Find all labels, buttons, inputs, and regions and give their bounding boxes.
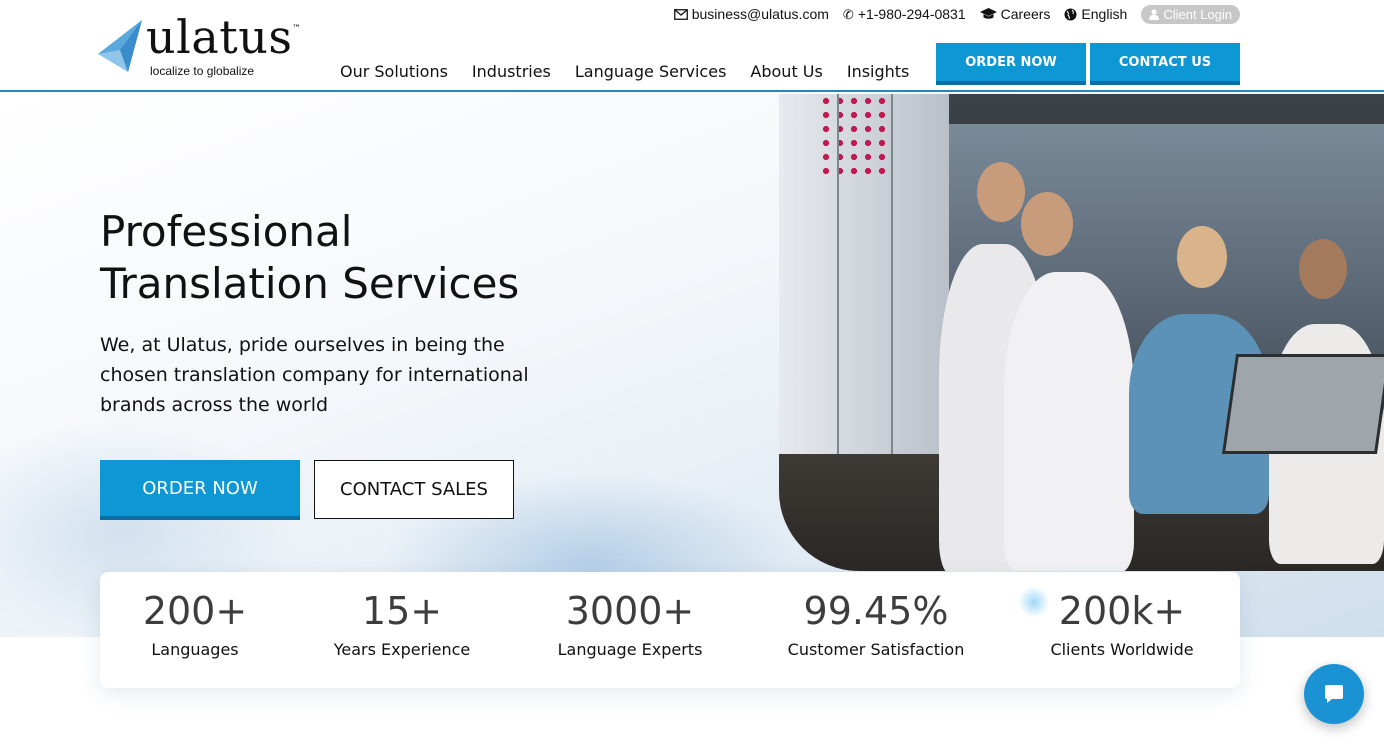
user-icon (1149, 8, 1160, 20)
photo-laptop (1221, 354, 1384, 454)
hero-title-line-1: Professional (100, 207, 353, 256)
photo-person-head (1021, 192, 1073, 256)
stat-label: Clients Worldwide (1050, 640, 1194, 659)
envelope-icon (673, 8, 688, 20)
phone-text: +1-980-294-0831 (857, 6, 966, 22)
client-login-button[interactable]: Client Login (1141, 4, 1240, 24)
site-header: ulatus ™ localize to globalize business@… (0, 0, 1384, 92)
glow-decoration (1018, 586, 1050, 618)
photo-person-head (977, 162, 1025, 222)
hero-team-photo (779, 94, 1384, 571)
nav-about-us[interactable]: About Us (750, 62, 822, 81)
logo-wordmark: ulatus (146, 10, 293, 64)
utility-bar: business@ulatus.com ✆ +1-980-294-0831 Ca… (673, 4, 1240, 24)
main-nav: Our Solutions Industries Language Servic… (340, 62, 909, 81)
stat-languages: 200+ Languages (85, 586, 305, 659)
nav-our-solutions[interactable]: Our Solutions (340, 62, 448, 81)
stat-value: 200+ (142, 589, 248, 633)
photo-person (1004, 272, 1134, 571)
hero-subtitle: We, at Ulatus, pride ourselves in being … (100, 334, 529, 416)
careers-text: Careers (1000, 6, 1051, 22)
hero-contact-sales-button[interactable]: CONTACT SALES (314, 460, 514, 519)
globe-icon (1064, 8, 1077, 20)
stat-language-experts: 3000+ Language Experts (520, 586, 740, 659)
photo-person-head (1177, 226, 1227, 288)
stat-value: 3000+ (565, 589, 695, 633)
logo-trademark: ™ (292, 24, 301, 34)
hero-title: Professional Translation Services (100, 206, 620, 310)
stat-value: 99.45% (803, 589, 949, 633)
careers-link[interactable]: Careers (979, 6, 1051, 22)
language-selector[interactable]: English (1064, 6, 1127, 22)
language-text: English (1081, 6, 1128, 22)
chat-bubble-icon (1325, 685, 1343, 703)
chat-widget-button[interactable] (1304, 664, 1364, 724)
stats-panel: 200+ Languages 15+ Years Experience 3000… (100, 572, 1240, 688)
hero-order-now-button[interactable]: ORDER NOW (100, 460, 300, 520)
nav-language-services[interactable]: Language Services (575, 62, 727, 81)
email-link[interactable]: business@ulatus.com (673, 6, 829, 22)
phone-link[interactable]: ✆ +1-980-294-0831 (843, 6, 966, 22)
photo-wall-chart (819, 94, 889, 174)
hero-title-line-2: Translation Services (100, 259, 520, 308)
stat-customer-satisfaction: 99.45% Customer Satisfaction (766, 586, 986, 659)
client-login-text: Client Login (1163, 6, 1232, 22)
email-text: business@ulatus.com (691, 6, 829, 22)
stat-label: Languages (151, 640, 239, 659)
header-contact-us-button[interactable]: CONTACT US (1090, 43, 1240, 85)
photo-person-head (1299, 239, 1347, 299)
stat-label: Years Experience (333, 640, 471, 659)
paper-plane-logo-icon (98, 20, 142, 72)
logo-tagline: localize to globalize (150, 64, 255, 78)
stat-value: 15+ (361, 589, 443, 633)
stat-label: Language Experts (557, 640, 703, 659)
graduation-cap-icon (979, 8, 997, 19)
header-order-now-button[interactable]: ORDER NOW (936, 43, 1086, 85)
stat-label: Customer Satisfaction (787, 640, 965, 659)
nav-insights[interactable]: Insights (847, 62, 910, 81)
phone-icon: ✆ (842, 6, 854, 22)
ulatus-logo[interactable]: ulatus ™ localize to globalize (98, 10, 308, 80)
nav-industries[interactable]: Industries (472, 62, 551, 81)
stat-years-experience: 15+ Years Experience (292, 586, 512, 659)
